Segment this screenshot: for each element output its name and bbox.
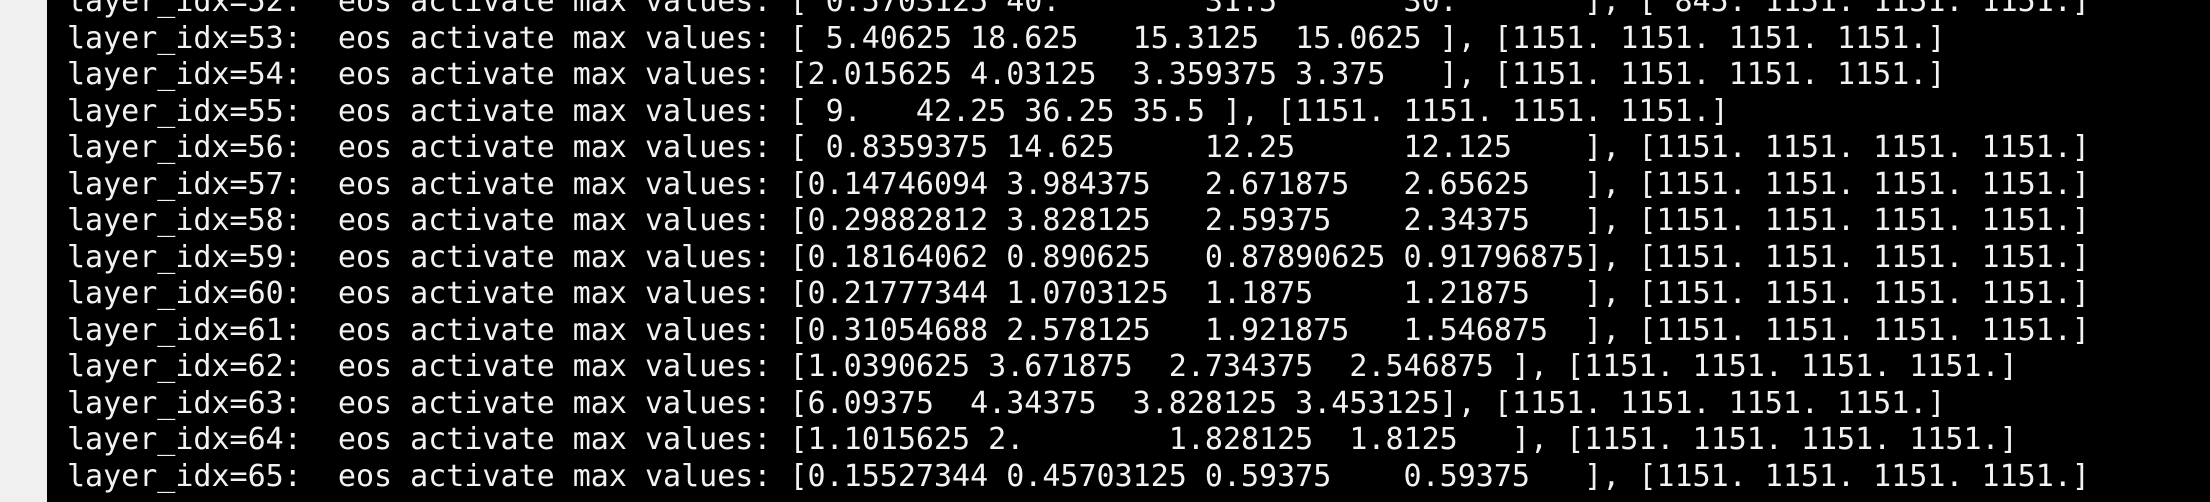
output-line-layer-62: layer_idx=62: eos activate max values: [… (67, 349, 2018, 384)
output-line-layer-55: layer_idx=55: eos activate max values: [… (67, 93, 1729, 129)
terminal-window[interactable]: layer_idx=52: eos activate max values: [… (47, 0, 2210, 502)
output-line-layer-60: layer_idx=60: eos activate max values: [… (67, 276, 2090, 311)
output-line-layer-56: layer_idx=56: eos activate max values: [… (67, 130, 2090, 165)
output-line-layer-63: layer_idx=63: eos activate max values: [… (67, 385, 1946, 421)
output-line-layer-57: layer_idx=57: eos activate max values: [… (67, 166, 2090, 202)
output-line-layer-53: layer_idx=53: eos activate max values: [… (67, 20, 1946, 56)
window-left-edge (0, 0, 47, 502)
output-line-layer-58: layer_idx=58: eos activate max values: [… (67, 203, 2090, 238)
output-line-layer-61: layer_idx=61: eos activate max values: [… (67, 312, 2090, 348)
output-line-layer-54: layer_idx=54: eos activate max values: [… (67, 57, 1946, 92)
screenshot-frame: layer_idx=52: eos activate max values: [… (0, 0, 2210, 502)
output-line-layer-59: layer_idx=59: eos activate max values: [… (67, 239, 2090, 275)
terminal-output: layer_idx=52: eos activate max values: [… (67, 0, 2090, 495)
output-line-layer-65: layer_idx=65: eos activate max values: [… (67, 458, 2090, 494)
output-line-layer-52: layer_idx=52: eos activate max values: [… (67, 0, 2090, 19)
output-line-layer-64: layer_idx=64: eos activate max values: [… (67, 422, 2018, 457)
